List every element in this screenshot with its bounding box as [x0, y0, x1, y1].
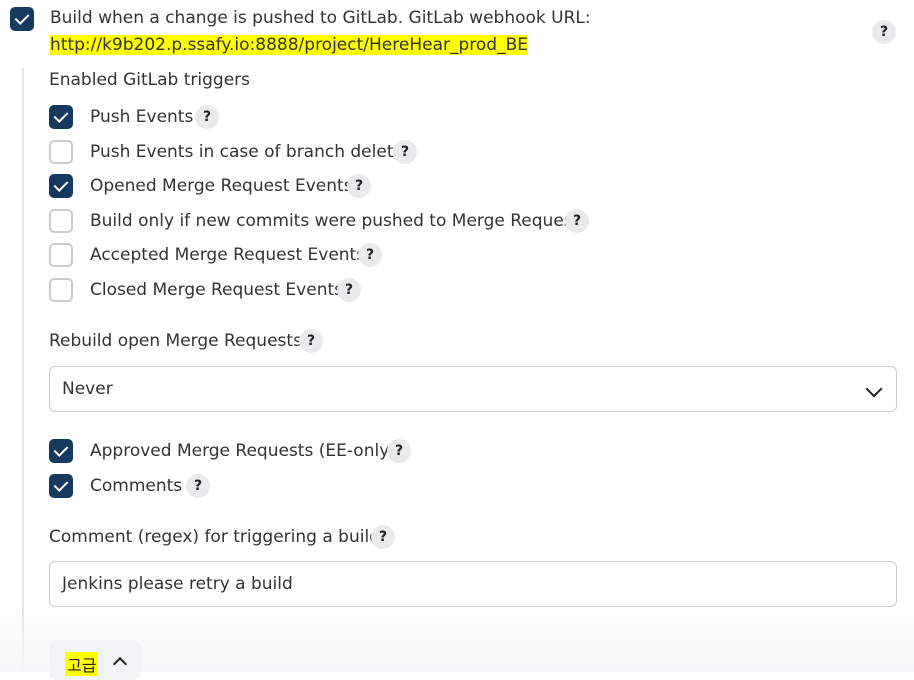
- push-events-branch-delete-label: Push Events in case of branch delete: [90, 142, 404, 162]
- push-events-checkbox[interactable]: [49, 105, 73, 129]
- new-commits-mr-checkbox[interactable]: [49, 209, 73, 233]
- closed-mr-events-help-icon[interactable]: ?: [337, 278, 361, 302]
- opened-mr-events-help-icon[interactable]: ?: [347, 174, 371, 198]
- opened-mr-events-label: Opened Merge Request Events: [90, 176, 353, 196]
- enabled-triggers-title: Enabled GitLab triggers: [49, 70, 251, 90]
- accepted-mr-events-checkbox[interactable]: [49, 243, 73, 267]
- trigger-help-icon[interactable]: ?: [872, 20, 896, 44]
- gitlab-push-trigger-checkbox[interactable]: [10, 7, 34, 31]
- advanced-button[interactable]: 고급: [49, 640, 141, 680]
- rebuild-mr-selected-value: Never: [62, 379, 113, 399]
- section-indent-line: [22, 68, 24, 672]
- comment-regex-label: Comment (regex) for triggering a build: [49, 527, 380, 547]
- opened-mr-events-checkbox[interactable]: [49, 174, 73, 198]
- approved-mr-help-icon[interactable]: ?: [387, 439, 411, 463]
- push-events-label: Push Events: [90, 107, 194, 127]
- push-events-branch-delete-help-icon[interactable]: ?: [393, 140, 417, 164]
- accepted-mr-events-help-icon[interactable]: ?: [358, 243, 382, 267]
- comments-label: Comments: [90, 476, 183, 496]
- gitlab-push-trigger-label: Build when a change is pushed to GitLab.…: [50, 8, 591, 28]
- rebuild-mr-select[interactable]: Never: [49, 366, 897, 412]
- push-events-branch-delete-checkbox[interactable]: [49, 140, 73, 164]
- new-commits-mr-help-icon[interactable]: ?: [565, 209, 589, 233]
- comments-help-icon[interactable]: ?: [186, 474, 210, 498]
- accepted-mr-events-label: Accepted Merge Request Events: [90, 245, 366, 265]
- webhook-url: http://k9b202.p.ssafy.io:8888/project/He…: [50, 35, 528, 55]
- push-events-help-icon[interactable]: ?: [195, 105, 219, 129]
- new-commits-mr-label: Build only if new commits were pushed to…: [90, 211, 580, 231]
- approved-mr-checkbox[interactable]: [49, 439, 73, 463]
- rebuild-mr-label: Rebuild open Merge Requests: [49, 331, 302, 351]
- advanced-button-label: 고급: [65, 652, 99, 676]
- comment-regex-input[interactable]: Jenkins please retry a build: [49, 561, 897, 607]
- closed-mr-events-checkbox[interactable]: [49, 278, 73, 302]
- comment-regex-value: Jenkins please retry a build: [62, 574, 293, 594]
- comments-checkbox[interactable]: [49, 474, 73, 498]
- chevron-up-icon: [112, 656, 128, 672]
- approved-mr-label: Approved Merge Requests (EE-only): [90, 441, 396, 461]
- rebuild-mr-help-icon[interactable]: ?: [299, 329, 323, 353]
- chevron-down-icon: [865, 380, 883, 398]
- comment-regex-help-icon[interactable]: ?: [371, 525, 395, 549]
- closed-mr-events-label: Closed Merge Request Events: [90, 280, 343, 300]
